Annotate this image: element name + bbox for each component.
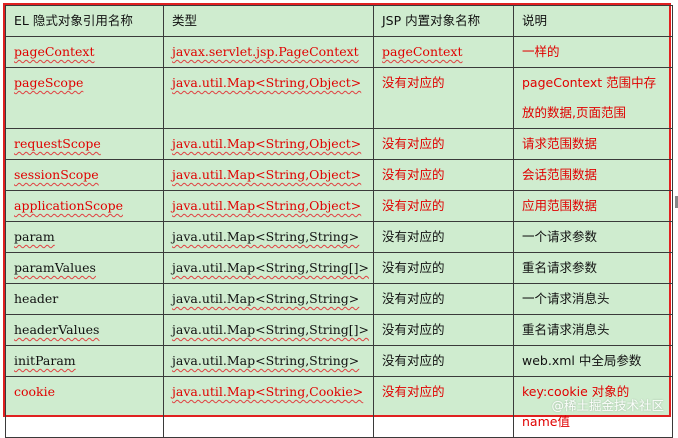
- table-row: pageContext javax.servlet.jsp.PageContex…: [6, 37, 673, 68]
- cell-name: param: [6, 222, 164, 253]
- cell-jsp: 没有对应的: [374, 129, 514, 160]
- table-row: pageScope java.util.Map<String,Object> 没…: [6, 68, 673, 129]
- cell-desc: 一个请求消息头: [514, 284, 673, 315]
- cell-desc: web.xml 中全局参数: [514, 346, 673, 377]
- name-text: param: [14, 229, 55, 244]
- cell-type: java.util.Map<String,String[]>: [164, 253, 374, 284]
- header-description: 说明: [514, 6, 673, 37]
- cell-desc: 会话范围数据: [514, 160, 673, 191]
- cell-name: applicationScope: [6, 191, 164, 222]
- header-jsp-name: JSP 内置对象名称: [374, 6, 514, 37]
- cell-jsp: 没有对应的: [374, 222, 514, 253]
- name-text: paramValues: [14, 260, 96, 275]
- cell-desc: 一个请求参数: [514, 222, 673, 253]
- table-row: param java.util.Map<String,String> 没有对应的…: [6, 222, 673, 253]
- type-text: javax.servlet.jsp.PageContext: [172, 44, 359, 59]
- header-el-name: EL 隐式对象引用名称: [6, 6, 164, 37]
- name-text: pageScope: [14, 75, 83, 90]
- type-text: java.util.Map<String,String>: [172, 353, 359, 368]
- cell-jsp: 没有对应的: [374, 377, 514, 438]
- cell-type: java.util.Map<String,Object>: [164, 191, 374, 222]
- cell-jsp: 没有对应的: [374, 160, 514, 191]
- name-text: pageContext: [14, 44, 95, 59]
- type-text: java.util.Map<String,String>: [172, 291, 359, 306]
- site-watermark: @稀土掘金技术社区: [551, 395, 664, 414]
- table-header-row: EL 隐式对象引用名称 类型 JSP 内置对象名称 说明: [6, 6, 673, 37]
- cell-name: pageContext: [6, 37, 164, 68]
- type-text: java.util.Map<String,Object>: [172, 198, 361, 213]
- cell-type: java.util.Map<String,String[]>: [164, 315, 374, 346]
- cell-jsp: 没有对应的: [374, 346, 514, 377]
- cell-jsp: 没有对应的: [374, 68, 514, 129]
- name-text: headerValues: [14, 322, 99, 337]
- cell-name: initParam: [6, 346, 164, 377]
- cell-name: paramValues: [6, 253, 164, 284]
- el-implicit-objects-table: EL 隐式对象引用名称 类型 JSP 内置对象名称 说明 pageContext…: [5, 5, 673, 438]
- header-type: 类型: [164, 6, 374, 37]
- cell-type: java.util.Map<String,Object>: [164, 68, 374, 129]
- name-text: requestScope: [14, 136, 101, 151]
- table-row: initParam java.util.Map<String,String> 没…: [6, 346, 673, 377]
- cell-name: cookie: [6, 377, 164, 438]
- cell-name: headerValues: [6, 315, 164, 346]
- cell-name: requestScope: [6, 129, 164, 160]
- type-text: java.util.Map<String,Cookie>: [172, 384, 363, 399]
- cell-type: java.util.Map<String,String>: [164, 346, 374, 377]
- table-row: headerValues java.util.Map<String,String…: [6, 315, 673, 346]
- cell-type: java.util.Map<String,Object>: [164, 160, 374, 191]
- type-text: java.util.Map<String,Object>: [172, 136, 361, 151]
- cell-desc: 请求范围数据: [514, 129, 673, 160]
- cell-jsp: 没有对应的: [374, 284, 514, 315]
- cell-desc: 应用范围数据: [514, 191, 673, 222]
- name-text: applicationScope: [14, 198, 123, 213]
- cell-desc: 重名请求参数: [514, 253, 673, 284]
- cell-type: java.util.Map<String,String>: [164, 284, 374, 315]
- cell-desc: pageContext 范围中存放的数据,页面范围: [514, 68, 673, 129]
- cell-type: java.util.Map<String,String>: [164, 222, 374, 253]
- cell-jsp: pageContext: [374, 37, 514, 68]
- cell-type: java.util.Map<String,Object>: [164, 129, 374, 160]
- type-text: java.util.Map<String,String[]>: [172, 260, 369, 275]
- cell-desc: 一样的: [514, 37, 673, 68]
- cell-name: header: [6, 284, 164, 315]
- cell-jsp: 没有对应的: [374, 253, 514, 284]
- cell-name: pageScope: [6, 68, 164, 129]
- cell-name: sessionScope: [6, 160, 164, 191]
- table-row: header java.util.Map<String,String> 没有对应…: [6, 284, 673, 315]
- cell-jsp: 没有对应的: [374, 191, 514, 222]
- type-text: java.util.Map<String,String[]>: [172, 322, 369, 337]
- type-text: java.util.Map<String,String>: [172, 229, 359, 244]
- cell-desc: 重名请求消息头: [514, 315, 673, 346]
- cell-jsp: 没有对应的: [374, 315, 514, 346]
- jsp-text: pageContext: [382, 44, 463, 59]
- type-text: java.util.Map<String,Object>: [172, 167, 361, 182]
- cell-type: java.util.Map<String,Cookie>: [164, 377, 374, 438]
- name-text: sessionScope: [14, 167, 99, 182]
- name-text: initParam: [14, 353, 76, 368]
- table-row: sessionScope java.util.Map<String,Object…: [6, 160, 673, 191]
- table-row: applicationScope java.util.Map<String,Ob…: [6, 191, 673, 222]
- table-row: paramValues java.util.Map<String,String[…: [6, 253, 673, 284]
- type-text: java.util.Map<String,Object>: [172, 75, 361, 90]
- table-row: requestScope java.util.Map<String,Object…: [6, 129, 673, 160]
- cell-type: javax.servlet.jsp.PageContext: [164, 37, 374, 68]
